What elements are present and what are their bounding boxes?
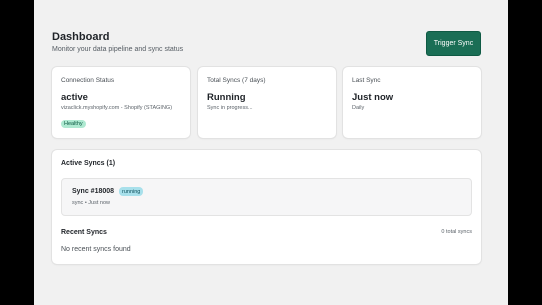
active-syncs-title: Active Syncs (1) [61,160,116,167]
syncs-panel: Active Syncs (1) Sync #18008 running syn… [52,150,481,264]
app-window: Dashboard Monitor your data pipeline and… [34,0,508,305]
total-syncs-card: Total Syncs (7 days) Running Sync in pro… [198,67,336,138]
page-title: Dashboard [52,31,110,43]
card-value: Running [207,92,246,103]
card-value: Just now [352,92,394,103]
card-value: active [61,92,88,103]
empty-state-text: No recent syncs found [61,246,131,253]
card-label: Connection Status [61,77,115,84]
list-item[interactable]: Sync #18008 running sync • Just now [61,178,472,216]
sync-name: Sync #18008 [72,188,115,195]
card-label: Last Sync [352,77,381,84]
recent-syncs-count: 0 total syncs [441,229,472,235]
connection-status-card: Connection Status active vizaclick.mysho… [52,67,190,138]
status-badge: running [119,187,144,196]
last-sync-card: Last Sync Just now Daily [343,67,481,138]
status-badge: Healthy [61,120,86,128]
sync-meta: sync • Just now [72,200,110,206]
recent-syncs-title: Recent Syncs [61,229,107,236]
page-subtitle: Monitor your data pipeline and sync stat… [52,46,184,53]
card-label: Total Syncs (7 days) [207,77,266,84]
trigger-sync-button[interactable]: Trigger Sync [426,31,481,56]
card-subtext: vizaclick.myshopify.com - Shopify (STAGI… [61,105,173,111]
card-subtext: Sync in progress... [207,105,253,111]
card-subtext: Daily [352,105,365,111]
